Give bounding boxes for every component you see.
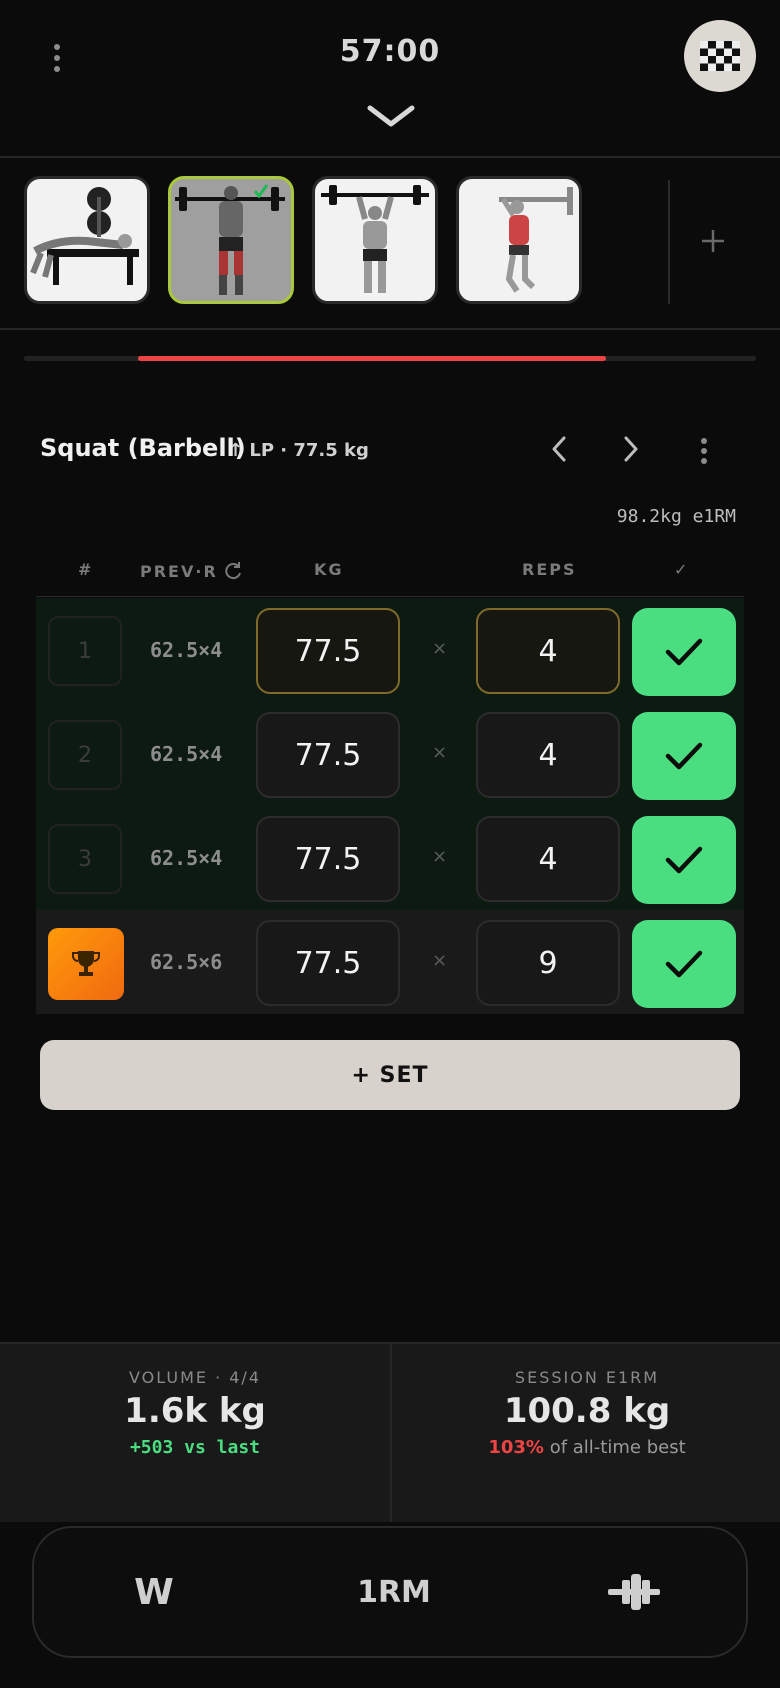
exercise-thumb-overhead-press[interactable] — [312, 176, 438, 304]
set-row: 2 62.5×4 77.5 × 4 — [36, 702, 744, 806]
e1rm-percent: 103% — [488, 1437, 544, 1458]
times-sign: × — [432, 846, 448, 867]
reps-input[interactable]: 4 — [476, 816, 620, 902]
exercise-thumb-pull-up[interactable] — [456, 176, 582, 304]
col-header-reps: REPS — [522, 560, 577, 579]
previous-set[interactable]: 62.5×4 — [150, 742, 222, 766]
personal-record-badge[interactable] — [48, 928, 124, 1000]
pull-up-figure-icon — [499, 187, 573, 293]
col-header-prev[interactable]: PREV·R — [140, 560, 244, 582]
exercise-title[interactable]: Squat (Barbell) — [40, 434, 246, 462]
times-sign: × — [432, 950, 448, 971]
warmup-button[interactable]: W — [94, 1528, 214, 1656]
complete-set-button[interactable] — [632, 920, 736, 1008]
col-header-done: ✓ — [674, 560, 690, 579]
add-exercise-plus-icon[interactable] — [696, 224, 730, 258]
times-sign: × — [432, 742, 448, 763]
checkmark-icon — [665, 950, 703, 978]
col-header-prev-label: PREV·R — [140, 561, 218, 581]
refresh-icon — [225, 562, 241, 580]
session-e1rm-label: SESSION E1RM — [514, 1368, 660, 1387]
volume-label: VOLUME · 4/4 — [128, 1368, 261, 1387]
col-header-num: # — [78, 560, 94, 579]
set-row: 3 62.5×4 77.5 × 4 — [36, 806, 744, 910]
overhead-press-figure-icon — [321, 185, 429, 293]
bench-press-figure-icon — [30, 187, 139, 285]
add-set-button[interactable]: + SET — [40, 1040, 740, 1110]
checkmark-icon — [665, 742, 703, 770]
session-e1rm-stat: SESSION E1RM 100.8 kg 103% of all-time b… — [392, 1344, 780, 1458]
barbell-plates-icon — [608, 1574, 660, 1610]
finish-workout-button[interactable] — [684, 20, 756, 92]
kg-input[interactable]: 77.5 — [256, 608, 400, 694]
complete-set-button[interactable] — [632, 816, 736, 904]
session-e1rm-value: 100.8 kg — [503, 1391, 671, 1431]
plate-calculator-button[interactable] — [574, 1528, 694, 1656]
strip-divider — [668, 180, 670, 304]
volume-value: 1.6k kg — [124, 1391, 266, 1431]
set-number[interactable]: 3 — [48, 824, 122, 894]
set-number[interactable]: 2 — [48, 720, 122, 790]
reps-input[interactable]: 4 — [476, 608, 620, 694]
collapse-chevron-icon[interactable] — [364, 100, 418, 134]
times-sign: × — [432, 638, 448, 659]
exercise-thumb-bench-press[interactable] — [24, 176, 150, 304]
volume-stat: VOLUME · 4/4 1.6k kg +503 vs last — [0, 1344, 390, 1458]
next-exercise-chevron-icon[interactable] — [620, 434, 642, 464]
checkered-flag-icon — [700, 41, 740, 71]
sets-table: 1 62.5×4 77.5 × 4 2 62.5×4 77.5 × 4 3 62… — [36, 598, 744, 1014]
complete-set-button[interactable] — [632, 608, 736, 696]
bottom-toolbar: W 1RM — [32, 1526, 748, 1658]
set-row-pr: 62.5×6 77.5 × 9 — [36, 910, 744, 1014]
previous-set[interactable]: 62.5×4 — [150, 638, 222, 662]
checkmark-icon — [665, 638, 703, 666]
previous-set[interactable]: 62.5×6 — [150, 950, 222, 974]
kg-input[interactable]: 77.5 — [256, 712, 400, 798]
col-header-kg: KG — [314, 560, 344, 579]
reps-input[interactable]: 4 — [476, 712, 620, 798]
kg-input[interactable]: 77.5 — [256, 920, 400, 1006]
exercise-thumb-squat-barbell[interactable] — [168, 176, 294, 304]
previous-set[interactable]: 62.5×4 — [150, 846, 222, 870]
e1rm-foot-text: of all-time best — [549, 1437, 686, 1458]
kg-input[interactable]: 77.5 — [256, 816, 400, 902]
complete-set-button[interactable] — [632, 712, 736, 800]
session-stats-panel: VOLUME · 4/4 1.6k kg +503 vs last SESSIO… — [0, 1342, 780, 1522]
progression-subtitle: ↑ LP · 77.5 kg — [228, 440, 369, 461]
squat-figure-icon — [175, 184, 285, 295]
session-e1rm-footnote: 103% of all-time best — [392, 1437, 780, 1458]
checkmark-icon — [665, 846, 703, 874]
table-header-divider — [36, 596, 744, 597]
one-rep-max-button[interactable]: 1RM — [324, 1528, 464, 1656]
set-number[interactable]: 1 — [48, 616, 122, 686]
workout-progress-fill — [138, 356, 606, 361]
strip-divider-bottom — [0, 328, 780, 330]
workout-progress-bar — [24, 356, 756, 361]
header-divider — [0, 156, 780, 158]
prev-exercise-chevron-icon[interactable] — [548, 434, 570, 464]
workout-timer: 57:00 — [339, 34, 441, 69]
volume-delta: +503 vs last — [129, 1437, 261, 1458]
set-row: 1 62.5×4 77.5 × 4 — [36, 598, 744, 702]
reps-input[interactable]: 9 — [476, 920, 620, 1006]
estimated-1rm: 98.2kg e1RM — [616, 506, 736, 527]
trophy-icon — [72, 951, 100, 976]
exercise-options-kebab-icon[interactable] — [699, 438, 709, 464]
